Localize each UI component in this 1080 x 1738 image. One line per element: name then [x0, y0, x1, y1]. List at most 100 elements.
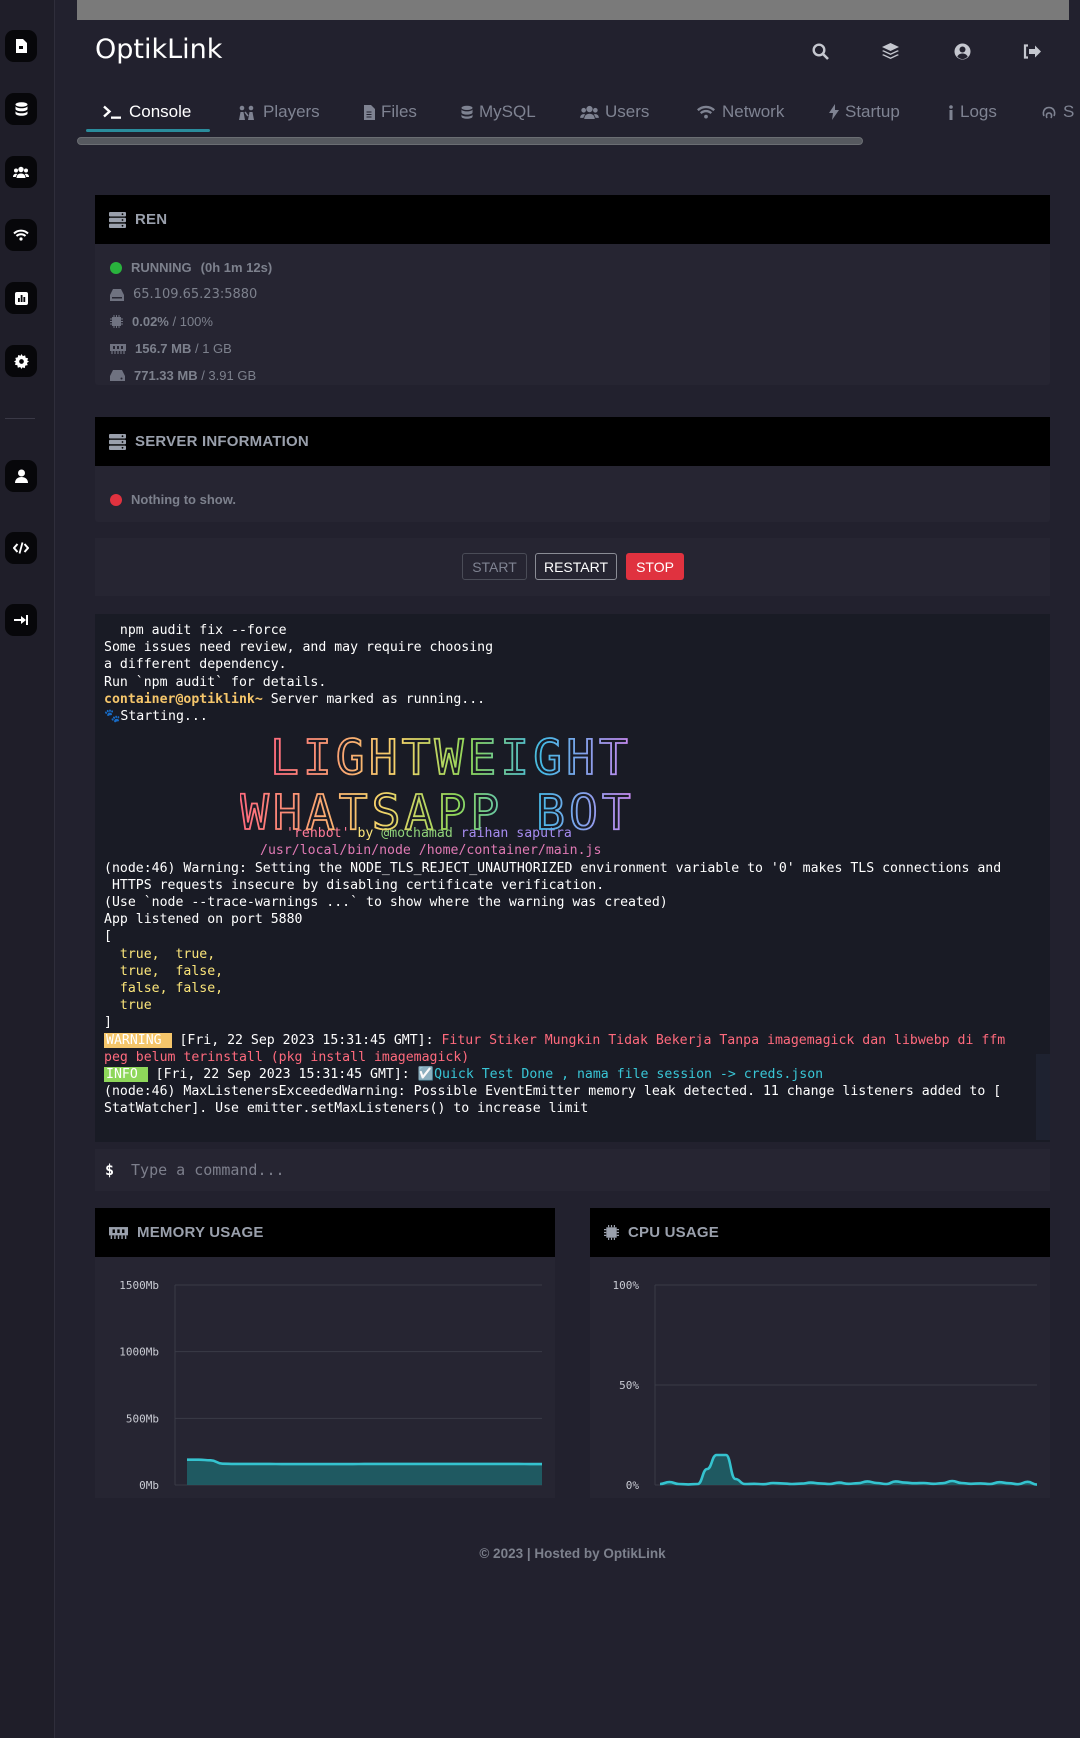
y-tick-label: 500Mb	[126, 1412, 159, 1425]
console-line: App listened on port 5880	[104, 912, 303, 928]
stop-button[interactable]: STOP	[626, 553, 684, 580]
rail-divider	[5, 418, 35, 419]
y-tick-label: 100%	[613, 1279, 640, 1292]
console-scrollbar[interactable]	[1036, 1054, 1050, 1140]
memory-limit: / 1 GB	[191, 341, 232, 356]
stats-icon[interactable]	[5, 282, 37, 314]
memory-icon	[110, 343, 126, 354]
command-input[interactable]	[129, 1160, 934, 1180]
users-icon	[580, 105, 599, 119]
y-tick-label: 1500Mb	[119, 1279, 159, 1292]
layers-icon[interactable]	[879, 40, 901, 62]
tab-logs[interactable]: Logs	[948, 92, 997, 132]
banner-line-2: WHATSAPP BOT	[240, 785, 635, 841]
server-address[interactable]: 65.109.65.23:5880	[133, 287, 257, 302]
y-tick-label: 0%	[626, 1479, 640, 1492]
tab-startup[interactable]: Startup	[829, 92, 900, 132]
wifi-icon	[697, 105, 715, 119]
y-tick-label: 50%	[619, 1379, 639, 1392]
restart-button[interactable]: RESTART	[535, 553, 617, 580]
tab-label: Logs	[960, 102, 997, 121]
disk-icon	[110, 370, 125, 381]
search-icon[interactable]	[809, 40, 831, 62]
tab-label: MySQL	[479, 102, 536, 121]
players-icon	[239, 105, 254, 120]
address-row: 65.109.65.23:5880	[110, 287, 257, 302]
top-strip	[77, 0, 1069, 20]
console-line: INFO [Fri, 22 Sep 2023 15:31:45 GMT]: ☑️…	[104, 1066, 1038, 1083]
tab-bar: Console Players Files MySQL Users Networ…	[86, 92, 1080, 132]
code-icon[interactable]	[5, 532, 37, 564]
cpu-chart: 100% 50% 0%	[613, 1279, 1038, 1492]
console-line: (Use `node --trace-warnings ...` to show…	[104, 895, 668, 911]
nav-rail	[0, 0, 55, 1738]
tab-label: S	[1063, 102, 1075, 121]
brand-title[interactable]: OptikLink	[95, 34, 222, 65]
console-line: Some issues need review, and may require…	[104, 640, 494, 656]
tab-users[interactable]: Users	[580, 92, 649, 132]
tab-network[interactable]: Network	[696, 92, 784, 132]
console-line: npm audit fix --force	[104, 623, 287, 638]
user-icon[interactable]	[5, 460, 37, 492]
server-panel: REN RUNNING (0h 1m 12s) 65.109.65.23:588…	[95, 195, 1050, 385]
network-icon	[110, 288, 124, 301]
tab-files[interactable]: Files	[363, 92, 417, 132]
database-icon[interactable]	[5, 93, 37, 125]
tab-label: Startup	[845, 102, 900, 121]
logout-icon[interactable]	[5, 604, 37, 636]
wifi-icon[interactable]	[5, 219, 37, 251]
server-icon	[109, 211, 126, 228]
disk-row: 771.33 MB / 3.91 GB	[110, 368, 256, 383]
memory-chart-title: MEMORY USAGE	[137, 1224, 264, 1241]
disk-used: 771.33 MB	[134, 368, 198, 383]
console-line: false, false,	[104, 981, 224, 997]
console-line: peg belum terinstall (pkg install imagem…	[104, 1049, 470, 1065]
console-line: a different dependency.	[104, 657, 287, 673]
users-icon[interactable]	[5, 156, 37, 188]
tab-players[interactable]: Players	[237, 92, 320, 132]
sign-out-icon[interactable]	[1021, 40, 1043, 62]
console-line: /usr/local/bin/node /home/container/main…	[260, 843, 602, 859]
server-info-panel: SERVER INFORMATION Nothing to show.	[95, 417, 1050, 522]
file-icon[interactable]	[5, 30, 37, 62]
command-prompt: $	[105, 1161, 115, 1179]
y-tick-label: 1000Mb	[119, 1346, 159, 1359]
console-line: true, true,	[104, 946, 216, 962]
bot-banner: LIGHTWEIGHT WHATSAPP BOT	[240, 729, 635, 842]
tab-console[interactable]: Console	[103, 92, 191, 132]
warning-badge: WARNING	[104, 1032, 172, 1048]
cpu-chart-panel: CPU USAGE 100% 50% 0%	[590, 1208, 1050, 1498]
server-icon	[109, 433, 126, 450]
console-line: container@optiklink~ Server marked as ru…	[104, 691, 1038, 708]
console-line: true	[104, 998, 152, 1014]
banner-line-1: LIGHTWEIGHT	[270, 730, 632, 786]
tab-label: Files	[381, 102, 417, 121]
tab-mysql[interactable]: MySQL	[461, 92, 536, 132]
cpu-icon	[110, 315, 123, 328]
warning-time: [Fri, 22 Sep 2023 15:31:45 GMT]:	[171, 1032, 442, 1048]
tab-scrollbar[interactable]	[77, 137, 863, 145]
command-bar: $	[95, 1149, 1050, 1191]
info-icon	[949, 104, 953, 120]
series-line	[187, 1458, 542, 1466]
warning-message: Fitur Stiker Mungkin Tidak Bekerja Tanpa…	[441, 1032, 1006, 1048]
power-controls: START RESTART STOP	[95, 538, 1050, 596]
cpu-chart-header: CPU USAGE	[590, 1208, 1050, 1257]
console-line: [	[104, 929, 112, 945]
account-icon[interactable]	[951, 40, 973, 62]
memory-chart: 1500Mb 1000Mb 500Mb 0Mb	[119, 1279, 542, 1492]
cpu-icon	[604, 1225, 619, 1240]
console-line: Run `npm audit` for details.	[104, 674, 327, 690]
gear-icon[interactable]	[5, 345, 37, 377]
cpu-chart-title: CPU USAGE	[628, 1224, 719, 1241]
fingerprint-icon	[1042, 106, 1056, 119]
info-message: Quick Test Done , nama file session -> c…	[434, 1067, 824, 1083]
console-prompt-user: container@optiklink~	[104, 691, 263, 707]
memory-icon	[109, 1226, 128, 1239]
tab-label: Players	[263, 102, 320, 121]
start-button[interactable]: START	[462, 553, 527, 580]
console-output[interactable]: npm audit fix --force Some issues need r…	[95, 614, 1050, 1142]
status-row: RUNNING (0h 1m 12s)	[110, 260, 272, 275]
tab-s[interactable]: S	[1041, 92, 1074, 132]
footer-text: © 2023 | Hosted by OptikLink	[479, 1546, 666, 1561]
